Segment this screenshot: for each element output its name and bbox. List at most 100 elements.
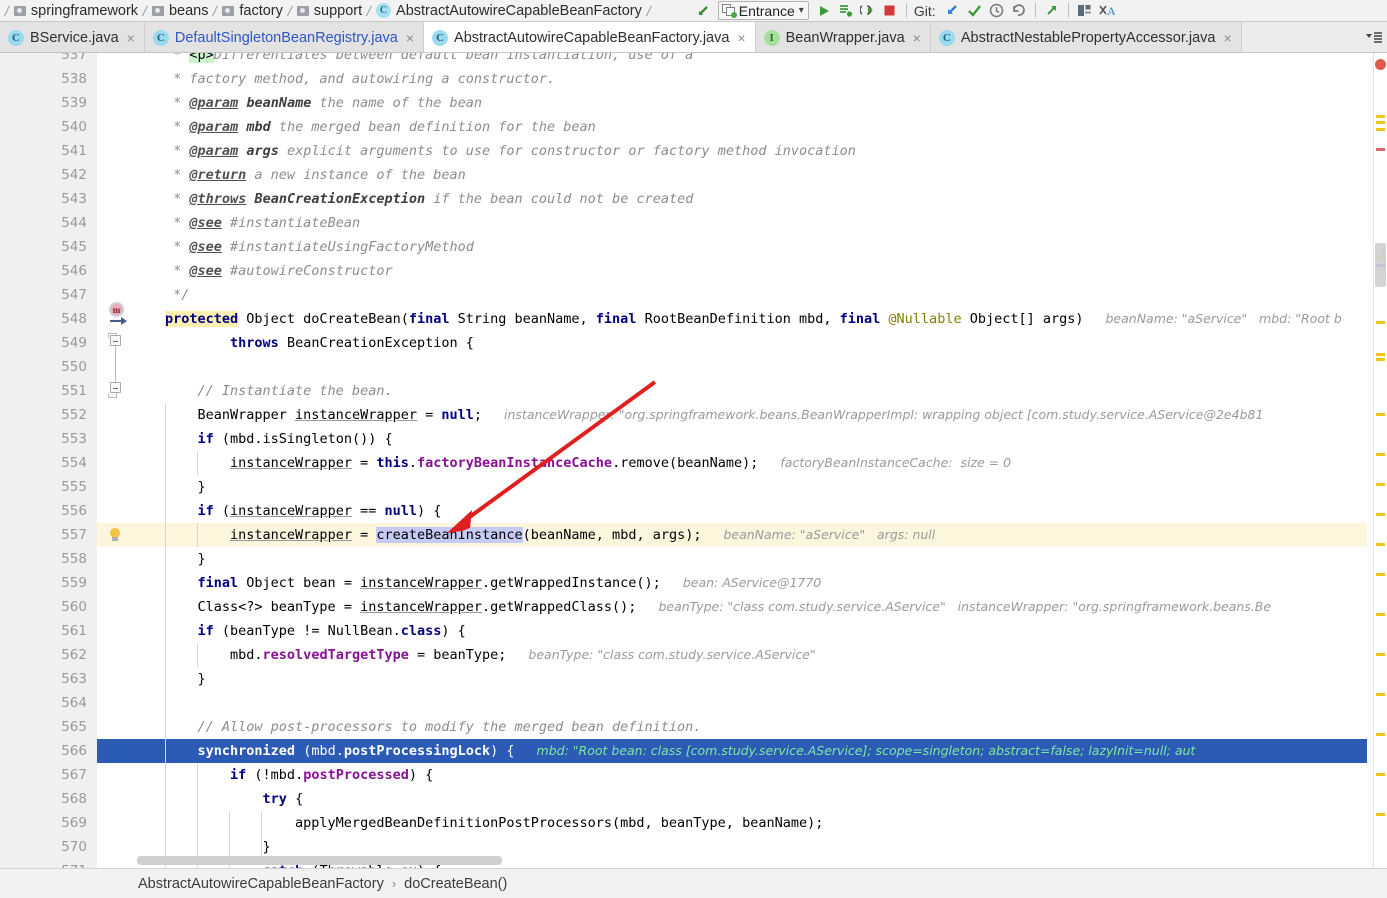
search-everywhere-icon[interactable]: A (1096, 1, 1118, 21)
close-icon[interactable]: × (737, 30, 745, 46)
layout-icon[interactable] (1074, 1, 1096, 21)
code-line-539[interactable]: * @param beanName the name of the bean (137, 91, 1367, 115)
code-line-567[interactable]: if (!mbd.postProcessed) { (137, 763, 1367, 787)
code-token: mbd (246, 119, 271, 135)
editor-tab-0[interactable]: C BService.java × (0, 22, 145, 52)
analysis-marker-bar[interactable] (1373, 53, 1387, 868)
line-number: 540 (61, 119, 87, 135)
close-icon[interactable]: × (406, 30, 414, 46)
package-icon (151, 5, 164, 16)
git-rollback-icon[interactable] (1008, 1, 1030, 21)
git-push-icon[interactable] (1041, 1, 1063, 21)
code-editor[interactable]: 537 538 539 540 541 542 543 544 545 546 547 548 549 5… (0, 53, 1387, 868)
code-line-561[interactable]: if (beanType != NullBean.class) { (137, 619, 1367, 643)
line-number: 539 (61, 95, 87, 111)
code-line-563[interactable]: } (137, 667, 1367, 691)
code-line-545[interactable]: * @see #instantiateUsingFactoryMethod (137, 235, 1367, 259)
error-stripe-indicator[interactable] (1375, 59, 1386, 70)
code-line-547[interactable]: */ (137, 283, 1367, 307)
code-line-565[interactable]: // Allow post-processors to modify the m… (137, 715, 1367, 739)
code-token: = (351, 455, 377, 471)
nav-crumb-abstractautowirecapablebeanfactory[interactable]: C AbstractAutowireCapableBeanFactory (374, 0, 644, 21)
code-token: * (165, 95, 190, 111)
breadcrumb-method[interactable]: doCreateBean() (404, 876, 507, 892)
fold-collapse-icon-2[interactable] (110, 382, 121, 393)
debug-icon[interactable] (857, 1, 879, 21)
line-number: 552 (61, 407, 87, 423)
editor-tab-label: AbstractAutowireCapableBeanFactory.java (454, 29, 730, 46)
code-line-538[interactable]: * factory method, and autowiring a const… (137, 67, 1367, 91)
code-token: @see (189, 215, 222, 231)
code-line-556[interactable]: if (instanceWrapper == null) { (137, 499, 1367, 523)
class-icon: C (152, 29, 169, 46)
code-token: * (165, 53, 190, 63)
line-number: 542 (61, 167, 87, 183)
code-line-553[interactable]: if (mbd.isSingleton()) { (137, 427, 1367, 451)
code-line-548[interactable]: protected Object doCreateBean(final Stri… (137, 307, 1367, 331)
code-line-540[interactable]: * @param mbd the merged bean definition … (137, 115, 1367, 139)
line-number: 549 (61, 335, 87, 351)
git-update-project-icon[interactable] (942, 1, 964, 21)
close-icon[interactable]: × (913, 30, 921, 46)
code-text-area[interactable]: * <p>Differentiates between default bean… (137, 53, 1373, 868)
line-number: 556 (61, 503, 87, 519)
nav-crumb-beans[interactable]: beans (150, 0, 211, 21)
code-line-566[interactable]: synchronized (mbd.postProcessingLock) {m… (137, 739, 1367, 763)
git-commit-icon[interactable] (964, 1, 986, 21)
horizontal-scroll-thumb[interactable] (137, 856, 502, 865)
code-line-559[interactable]: final Object bean = instanceWrapper.getW… (137, 571, 1367, 595)
code-line-550[interactable] (137, 355, 1367, 379)
code-folding-column[interactable] (108, 53, 138, 868)
nav-crumb-support[interactable]: support (295, 0, 364, 21)
code-line-537[interactable]: * <p>Differentiates between default bean… (137, 53, 1367, 67)
stop-icon[interactable] (879, 1, 901, 21)
fold-collapse-icon[interactable] (110, 335, 121, 346)
code-line-544[interactable]: * @see #instantiateBean (137, 211, 1367, 235)
nav-crumb-springframework[interactable]: springframework (12, 0, 140, 21)
close-icon[interactable]: × (127, 30, 135, 46)
debugger-inline-hint: beanName: "aService" args: null (723, 527, 936, 542)
code-line-552[interactable]: BeanWrapper instanceWrapper = null; insta… (137, 403, 1367, 427)
close-icon[interactable]: × (1224, 30, 1232, 46)
run-icon[interactable] (813, 1, 835, 21)
code-line-558[interactable]: } (137, 547, 1367, 571)
idea-editor-window: / springframework / beans / factory / support / C… (0, 0, 1387, 898)
run-configuration-selector[interactable]: Entrance ▾ (717, 1, 809, 20)
run-with-coverage-icon[interactable] (835, 1, 857, 21)
code-line-557[interactable]: instanceWrapper = createBeanInstance(bea… (137, 523, 1367, 547)
vertical-scroll-thumb[interactable] (1375, 243, 1386, 287)
code-line-543[interactable]: * @throws BeanCreationException if the b… (137, 187, 1367, 211)
code-line-541[interactable]: * @param args explicit arguments to use … (137, 139, 1367, 163)
code-token: @param (189, 143, 239, 159)
code-line-554[interactable]: instanceWrapper = this.factoryBeanInstan… (137, 451, 1367, 475)
indent-guide (165, 763, 166, 787)
editor-tab-4[interactable]: C AbstractNestablePropertyAccessor.java × (930, 22, 1242, 52)
code-line-542[interactable]: * @return a new instance of the bean (137, 163, 1367, 187)
class-icon: C (432, 29, 449, 46)
editor-tab-2[interactable]: C AbstractAutowireCapableBeanFactory.java… (424, 22, 756, 52)
nav-crumb-factory[interactable]: factory (220, 0, 285, 21)
code-line-560[interactable]: Class<?> beanType = instanceWrapper.getW… (137, 595, 1367, 619)
editor-tab-1[interactable]: C DefaultSingletonBeanRegistry.java × (144, 22, 425, 52)
git-history-icon[interactable] (986, 1, 1008, 21)
indent-guide-2 (197, 787, 198, 811)
horizontal-scrollbar[interactable] (137, 856, 1367, 865)
code-line-549[interactable]: throws BeanCreationException { (137, 331, 1367, 355)
back-arrow-icon[interactable] (692, 1, 714, 21)
code-token: if (230, 767, 247, 783)
code-token: postProcessingLock (343, 743, 491, 759)
code-line-569[interactable]: applyMergedBeanDefinitionPostProcessors(… (137, 811, 1367, 835)
code-line-568[interactable]: try { (137, 787, 1367, 811)
code-line-555[interactable]: } (137, 475, 1367, 499)
code-line-562[interactable]: mbd.resolvedTargetType = beanType; beanTy… (137, 643, 1367, 667)
tab-list-icon[interactable] (1361, 22, 1387, 52)
structure-breadcrumb-bar: AbstractAutowireCapableBeanFactory › doC… (0, 868, 1387, 898)
editor-tab-3[interactable]: I BeanWrapper.java × (755, 22, 931, 52)
code-token: ; (473, 407, 483, 423)
code-token: * (165, 143, 190, 159)
code-line-564[interactable] (137, 691, 1367, 715)
code-line-546[interactable]: * @see #autowireConstructor (137, 259, 1367, 283)
code-token: */ (165, 287, 190, 303)
code-line-551[interactable]: // Instantiate the bean. (137, 379, 1367, 403)
breadcrumb-class[interactable]: AbstractAutowireCapableBeanFactory (138, 876, 384, 892)
